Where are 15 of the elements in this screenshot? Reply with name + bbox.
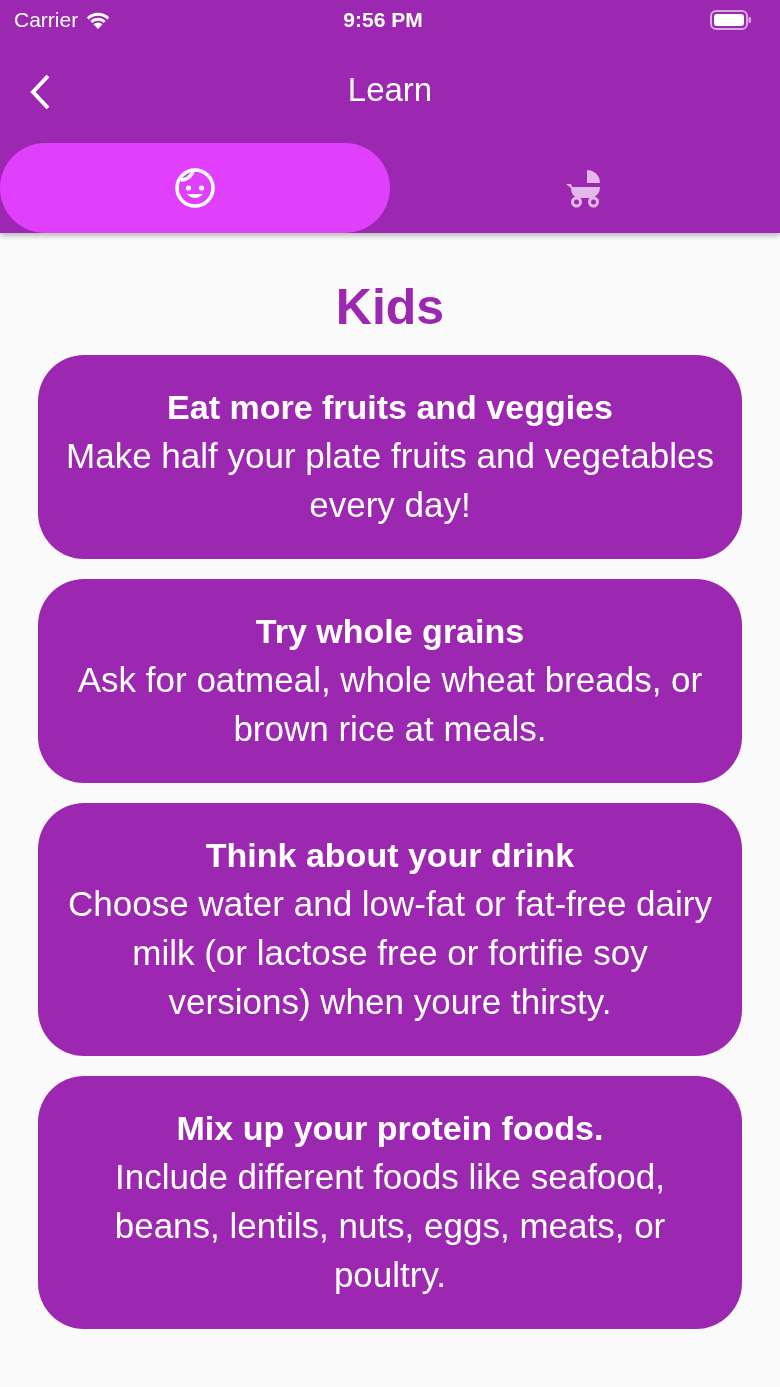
tip-text: Choose water and low-fat or fat-free dairy milk (or lactose free or fortifie soy versions) when youre thirsty. — [67, 883, 713, 1023]
screen-title: Learn — [347, 70, 433, 110]
tip-text: Ask for oatmeal, whole wheat breads, or brown rice at meals. — [76, 659, 704, 750]
tip-title: Think about your drink — [204, 835, 576, 876]
clock-time: 9:56 PM — [343, 8, 423, 32]
tip-title: Mix up your protein foods. — [175, 1108, 605, 1149]
tip-text: Make half your plate fruits and vegetables every day! — [65, 435, 715, 526]
tab[interactable] — [0, 143, 390, 233]
section-heading: Kids — [334, 279, 446, 335]
battery-icon — [710, 10, 752, 30]
tip-text: Include different foods like seafood, beans, lentils, nuts, eggs, meats, or poultry. — [113, 1156, 667, 1296]
tip-title: Eat more fruits and veggies — [166, 387, 614, 428]
child-face-icon — [173, 166, 217, 210]
carrier-label: Carrier — [14, 8, 79, 32]
tip-title: Try whole grains — [254, 611, 526, 652]
